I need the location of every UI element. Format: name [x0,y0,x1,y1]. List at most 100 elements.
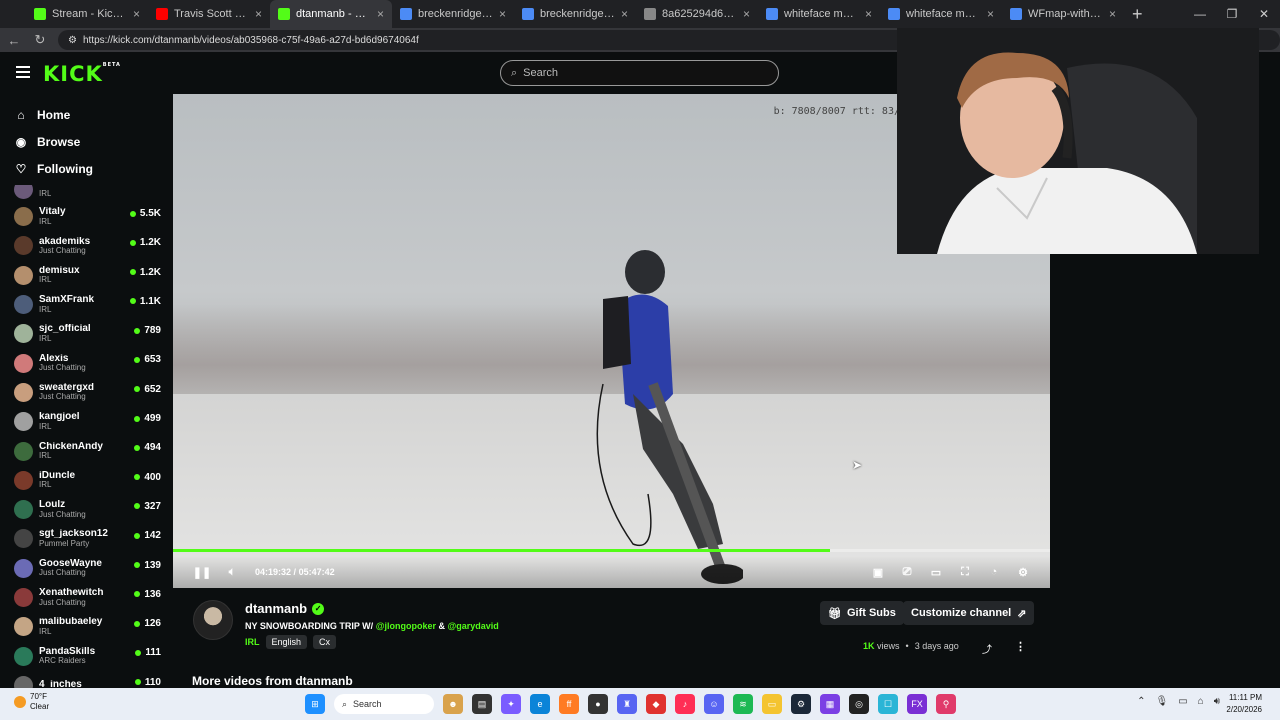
tab-close-icon[interactable]: × [1109,7,1116,21]
app-cyan-icon[interactable]: ☐ [878,694,898,714]
tab-close-icon[interactable]: × [133,7,140,21]
channel-list-item[interactable]: kangjoel IRL 499 [0,407,172,436]
channel-list-item[interactable]: 4_inches 110 [0,671,172,688]
search-input[interactable]: ⌕ Search [500,60,779,86]
site-info-icon[interactable]: ⚙ [68,35,77,46]
sidebar-item-browse[interactable]: ◉ Browse [0,128,172,155]
app-purple-icon[interactable]: ▦ [820,694,840,714]
sidebar-item-home[interactable]: ⌂ Home [0,101,172,128]
playback-speed-icon[interactable]: ◔ [987,565,1001,579]
menu-icon[interactable] [16,66,30,78]
browser-tab[interactable]: breckenridge mountain × [392,0,514,28]
restore-icon[interactable]: ❐ [1216,0,1248,28]
firefox-icon[interactable]: ff [559,694,579,714]
browser-tab[interactable]: 8a625294d66f8082f13a × [636,0,758,28]
copilot-icon[interactable]: ✦ [501,694,521,714]
channel-list-item[interactable]: akademiks Just Chatting 1.2K [0,231,172,260]
channel-list-item[interactable]: malibubaeley IRL 126 [0,612,172,641]
chevron-up-icon[interactable]: ⌃ [1137,696,1145,707]
tag-chip[interactable]: Cx [313,635,337,649]
mention-link[interactable]: @garydavid [448,621,499,631]
channel-name[interactable]: dtanmanb ✓ [245,601,325,616]
pause-icon[interactable]: ❚❚ [193,565,211,579]
obs-icon[interactable]: ● [588,694,608,714]
weather-widget[interactable]: 70°F Clear [14,692,49,711]
viewer-count-text: 142 [144,530,161,542]
app-dark-icon[interactable]: ◎ [849,694,869,714]
windows-start-icon[interactable]: ⊞ [305,694,325,714]
tab-close-icon[interactable]: × [743,7,750,21]
new-tab-button[interactable]: + [1132,4,1143,25]
reload-icon[interactable]: ↻ [32,32,48,48]
browser-tab[interactable]: whiteface mountain ma × [880,0,1002,28]
clip-icon[interactable]: ⎚ [900,565,914,579]
back-icon[interactable]: ← [6,33,22,48]
twitch-icon[interactable]: ♜ [617,694,637,714]
network-icon[interactable]: ⌂ [1198,696,1204,707]
channel-list-item[interactable]: sgt_jackson12 Pummel Party 142 [0,524,172,553]
fullscreen-icon[interactable]: ⛶ [958,565,972,579]
widgets-icon[interactable]: ☻ [443,694,463,714]
tab-close-icon[interactable]: × [499,7,506,21]
display-icon[interactable]: ▭ [1178,696,1187,707]
avatar [14,675,33,688]
tab-close-icon[interactable]: × [377,7,384,21]
app-red-icon[interactable]: ◆ [646,694,666,714]
microphone-icon[interactable]: 🎙︎ [1155,696,1168,707]
share-icon[interactable]: ⤴ [982,641,992,656]
volume-icon[interactable]: 🔈︎ [225,565,239,579]
channel-list-item[interactable]: demisux IRL 1.2K [0,261,172,290]
file-explorer-icon[interactable]: ▭ [762,694,782,714]
speaker-icon[interactable]: 🔊︎ [1214,696,1220,707]
category-link[interactable]: IRL [245,637,260,647]
browser-tab[interactable]: Stream - Kick Dashboard × [26,0,148,28]
channel-list-item[interactable]: Alexis Just Chatting 653 [0,348,172,377]
fx-icon[interactable]: FX [907,694,927,714]
gift-subs-button[interactable]: 🎁︎ Gift Subs [820,601,904,625]
browser-tab[interactable]: breckenridge mountain × [514,0,636,28]
spotify-icon[interactable]: ≋ [733,694,753,714]
partial-channel[interactable]: IRL [14,185,51,201]
settings-gear-icon[interactable]: ⚙ [1016,565,1030,579]
channel-avatar[interactable] [193,600,233,640]
channel-list-item[interactable]: SamXFrank IRL 1.1K [0,290,172,319]
browser-tab[interactable]: Travis Scott - KICK OUT × [148,0,270,28]
tab-close-icon[interactable]: × [621,7,628,21]
music-icon[interactable]: ♪ [675,694,695,714]
steam-icon[interactable]: ⚙ [791,694,811,714]
taskbar-search[interactable]: ⌕ Search [334,694,434,714]
edge-icon[interactable]: e [530,694,550,714]
channel-list-item[interactable]: sjc_official IRL 789 [0,319,172,348]
miniplayer-icon[interactable]: ▣ [871,565,885,579]
progress-bar[interactable] [173,549,1050,552]
channel-list-item[interactable]: ChickenAndy IRL 494 [0,436,172,465]
browser-tab[interactable]: whiteface mountain ma × [758,0,880,28]
tab-close-icon[interactable]: × [255,7,262,21]
sidebar-item-following[interactable]: ♡ Following [0,155,172,182]
maps-pin-icon[interactable]: ⚲ [936,694,956,714]
channel-list-item[interactable]: sweatergxd Just Chatting 652 [0,378,172,407]
tab-close-icon[interactable]: × [987,7,994,21]
channel-list-item[interactable]: Xenathewitch Just Chatting 136 [0,583,172,612]
taskbar-clock[interactable]: 11:11 PM 2/20/2026 [1226,692,1262,716]
kick-logo[interactable]: KICKBETA [43,62,121,86]
discord-icon[interactable]: ☺ [704,694,724,714]
minimize-icon[interactable]: — [1184,0,1216,28]
channel-list-item[interactable]: iDuncle IRL 400 [0,466,172,495]
channel-list-item[interactable]: Loulz Just Chatting 327 [0,495,172,524]
avatar [14,207,33,227]
customize-channel-button[interactable]: Customize channel ⇗ [903,601,1035,625]
theater-mode-icon[interactable]: ▭ [929,565,943,579]
channel-list-item[interactable]: GooseWayne Just Chatting 139 [0,554,172,583]
channel-list-item[interactable]: PandaSkills ARC Raiders 111 [0,641,172,670]
browser-tab[interactable]: dtanmanb - Watch × [270,0,392,28]
more-options-icon[interactable]: ⋮ [1015,640,1026,653]
browser-tab[interactable]: WFmap-with-Chevy.jpg × [1002,0,1124,28]
mention-link[interactable]: @jlongopoker [376,621,436,631]
followed-channels: Vitaly IRL 5.5K akademiks Just Chatting 1.2K d… [0,202,172,688]
task-view-icon[interactable]: ▤ [472,694,492,714]
tab-close-icon[interactable]: × [865,7,872,21]
channel-list-item[interactable]: Vitaly IRL 5.5K [0,202,172,231]
tag-chip[interactable]: English [265,635,308,649]
close-window-icon[interactable]: ✕ [1248,0,1280,28]
